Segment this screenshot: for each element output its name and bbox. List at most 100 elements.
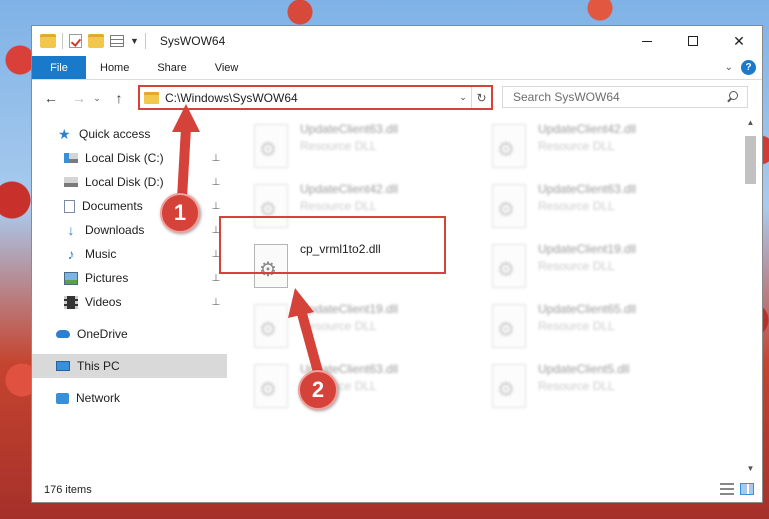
computer-icon — [56, 361, 70, 371]
help-icon[interactable]: ? — [741, 60, 756, 75]
file-text: UpdateClient19.dll Resource DLL — [538, 242, 636, 273]
address-dropdown-icon[interactable]: ⌄ — [455, 92, 471, 103]
sidebar-item-pictures[interactable]: Pictures ⊥ — [32, 266, 227, 290]
dll-file-icon — [254, 304, 288, 348]
file-item[interactable]: UpdateClient63.dll Resource DLL — [230, 360, 450, 408]
maximize-button[interactable] — [670, 26, 716, 56]
step-badge-1: 1 — [160, 193, 200, 233]
pin-icon[interactable]: ⊥ — [211, 273, 221, 284]
file-highlight-box — [219, 216, 446, 274]
pictures-icon — [64, 271, 78, 285]
toolbar-dropdown-icon[interactable]: ▼ — [130, 36, 139, 46]
file-type: Resource DLL — [300, 319, 377, 333]
sidebar-item-videos[interactable]: Videos ⊥ — [32, 290, 227, 314]
close-button[interactable]: ✕ — [716, 26, 762, 56]
sidebar-item-label: Videos — [85, 295, 122, 309]
scroll-up-icon[interactable]: ▲ — [742, 116, 759, 130]
file-text: UpdateClient42.dll Resource DLL — [300, 182, 398, 213]
file-text: UpdateClient42.dll Resource DLL — [538, 122, 636, 153]
toolbar-divider — [144, 33, 146, 49]
minimize-button[interactable] — [624, 26, 670, 56]
recent-locations-button[interactable]: ⌄ — [90, 93, 104, 104]
refresh-button[interactable]: ↻ — [471, 87, 491, 108]
properties-check-icon[interactable] — [69, 34, 82, 48]
sidebar-item-local-disk-c[interactable]: Local Disk (C:) ⊥ — [32, 146, 227, 170]
sidebar-item-onedrive[interactable]: OneDrive — [32, 322, 227, 346]
tab-view[interactable]: View — [201, 56, 253, 79]
pin-icon[interactable]: ⊥ — [211, 297, 221, 308]
scroll-thumb[interactable] — [745, 136, 756, 184]
ribbon-right-controls: ⌄ ? — [725, 60, 756, 75]
drive-icon — [64, 177, 78, 187]
file-list: UpdateClient63.dll Resource DLL UpdateCl… — [230, 116, 742, 476]
expand-ribbon-icon[interactable]: ⌄ — [725, 62, 733, 73]
forward-button[interactable]: → — [68, 90, 90, 106]
file-name: UpdateClient65.dll — [538, 302, 637, 316]
large-icons-view-icon[interactable] — [740, 483, 754, 495]
file-name: UpdateClient5.dll — [538, 362, 630, 376]
star-icon: ★ — [58, 125, 71, 142]
maximize-icon — [688, 36, 698, 46]
pin-icon[interactable]: ⊥ — [211, 153, 221, 164]
pin-icon[interactable]: ⊥ — [211, 201, 221, 212]
new-folder-icon[interactable] — [88, 34, 104, 48]
sidebar-item-this-pc[interactable]: This PC — [32, 354, 227, 378]
sidebar-item-quick-access[interactable]: ★ Quick access — [32, 122, 227, 146]
ribbon-tabs: File Home Share View ⌄ ? — [32, 56, 762, 80]
window-title: SysWOW64 — [159, 34, 226, 48]
file-text: UpdateClient65.dll Resource DLL — [538, 302, 636, 333]
scroll-down-icon[interactable]: ▼ — [742, 462, 759, 476]
file-item[interactable]: UpdateClient19.dll Resource DLL — [230, 300, 450, 348]
file-name: UpdateClient63.dll — [538, 182, 637, 196]
file-type: Resource DLL — [538, 199, 615, 213]
details-view-icon[interactable] — [720, 483, 734, 495]
step-badge-2: 2 — [298, 370, 338, 410]
toolbar-divider — [62, 33, 63, 49]
file-item[interactable]: UpdateClient5.dll Resource DLL — [468, 360, 688, 408]
dll-file-icon — [492, 304, 526, 348]
navigation-bar: ← → ⌄ ↑ C:\Windows\SysWOW64 ⌄ ↻ Search S… — [32, 81, 762, 115]
sidebar-item-label: Quick access — [79, 127, 151, 141]
tab-file[interactable]: File — [32, 56, 86, 79]
video-icon — [64, 295, 78, 309]
vertical-scrollbar[interactable]: ▲ ▼ — [742, 116, 759, 476]
dll-file-icon — [492, 184, 526, 228]
back-button[interactable]: ← — [40, 90, 62, 106]
file-item[interactable]: UpdateClient42.dll Resource DLL — [468, 120, 688, 168]
file-name: UpdateClient42.dll — [538, 122, 637, 136]
view-buttons — [720, 483, 754, 495]
file-name: UpdateClient19.dll — [538, 242, 637, 256]
tab-share[interactable]: Share — [143, 56, 200, 79]
customize-toolbar-icon[interactable] — [110, 35, 124, 47]
documents-icon — [64, 199, 75, 213]
file-type: Resource DLL — [538, 379, 615, 393]
file-item[interactable]: UpdateClient63.dll Resource DLL — [468, 180, 688, 228]
sidebar-item-label: This PC — [77, 359, 120, 373]
address-path[interactable]: C:\Windows\SysWOW64 — [165, 91, 455, 105]
sidebar-item-label: Network — [76, 391, 121, 405]
sidebar-item-music[interactable]: ♪ Music ⊥ — [32, 242, 227, 266]
file-type: Resource DLL — [538, 319, 615, 333]
file-item[interactable]: UpdateClient65.dll Resource DLL — [468, 300, 688, 348]
pin-icon[interactable]: ⊥ — [211, 177, 221, 188]
search-input[interactable]: Search SysWOW64 — [502, 86, 748, 108]
search-placeholder: Search SysWOW64 — [513, 90, 620, 104]
status-bar: 176 items — [32, 478, 762, 502]
navigation-pane: ★ Quick access Local Disk (C:) ⊥ Local D… — [32, 122, 227, 476]
music-icon: ♪ — [67, 245, 75, 262]
dll-file-icon — [254, 364, 288, 408]
quick-access-toolbar: ▼ — [40, 33, 146, 49]
sidebar-item-network[interactable]: Network — [32, 386, 227, 410]
search-icon[interactable] — [727, 91, 739, 103]
address-bar[interactable]: C:\Windows\SysWOW64 ⌄ ↻ — [138, 85, 493, 110]
file-name: UpdateClient42.dll — [300, 182, 399, 196]
up-button[interactable]: ↑ — [108, 90, 130, 106]
tab-home[interactable]: Home — [86, 56, 143, 79]
file-item[interactable]: UpdateClient63.dll Resource DLL — [230, 120, 450, 168]
sidebar-item-label: Pictures — [85, 271, 129, 285]
file-item[interactable]: UpdateClient19.dll Resource DLL — [468, 240, 688, 288]
file-type: Resource DLL — [300, 139, 377, 153]
sidebar-item-local-disk-d[interactable]: Local Disk (D:) ⊥ — [32, 170, 227, 194]
dll-file-icon — [254, 124, 288, 168]
file-type: Resource DLL — [300, 199, 377, 213]
